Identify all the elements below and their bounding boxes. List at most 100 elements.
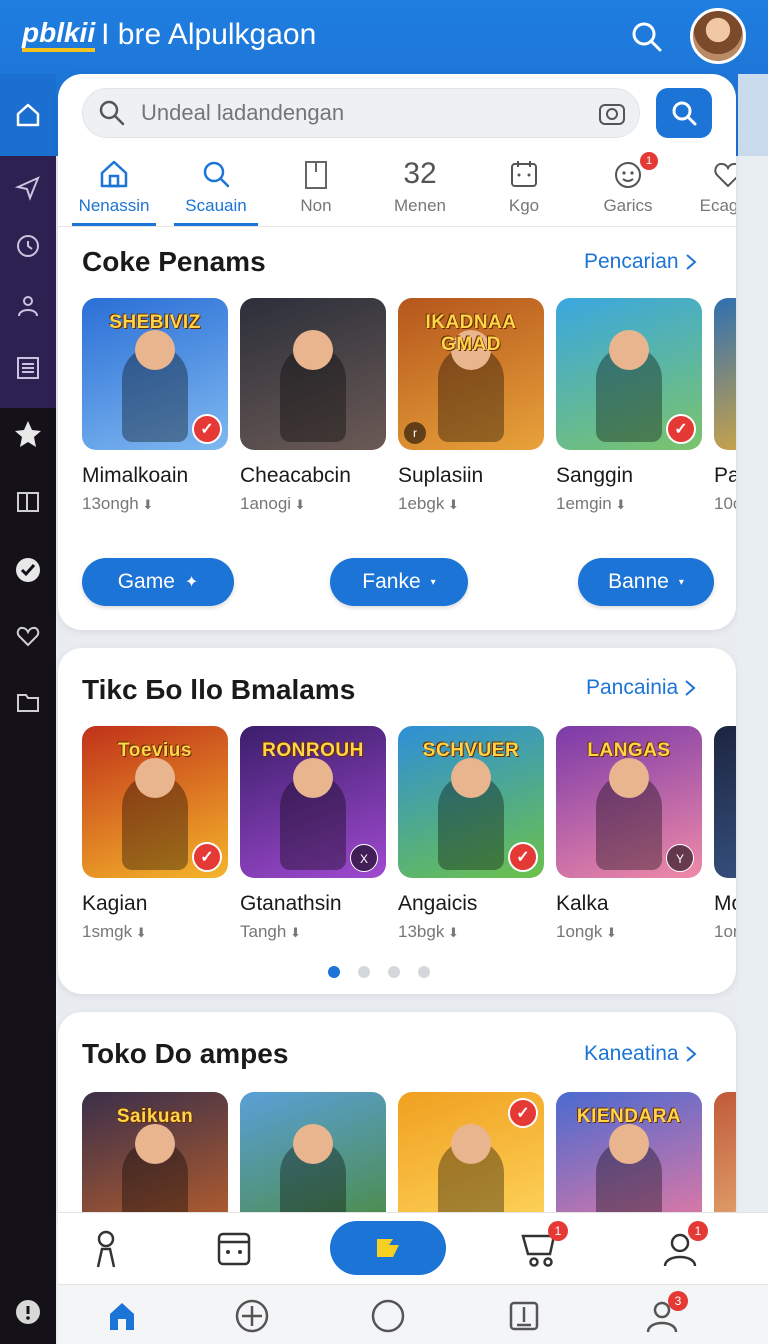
game-filter-button[interactable]: Game ✦ bbox=[82, 558, 234, 606]
game-size: 1smgk bbox=[82, 922, 133, 941]
banne-filter-button[interactable]: Banne ▾ bbox=[578, 558, 714, 606]
info-icon[interactable] bbox=[12, 1296, 44, 1328]
game-card[interactable]: F Panau 10oigk ⬇ bbox=[714, 298, 736, 514]
game-card[interactable] bbox=[240, 1092, 386, 1232]
game-thumbnail[interactable]: Saikuan bbox=[82, 1092, 228, 1232]
link-label: Pencarian bbox=[584, 250, 679, 273]
tab-ecages[interactable]: Ecages bbox=[678, 154, 736, 226]
tab-label: Menen bbox=[394, 196, 446, 215]
clock-icon[interactable] bbox=[12, 230, 44, 262]
brand[interactable]: pblkii I bre Alpulkgaon bbox=[22, 18, 316, 52]
search-icon[interactable] bbox=[630, 20, 664, 54]
folder-icon[interactable] bbox=[12, 686, 44, 718]
list-icon[interactable] bbox=[12, 352, 44, 384]
sidebar-item-home[interactable] bbox=[0, 74, 56, 156]
tab-scauain[interactable]: Scauain bbox=[166, 154, 266, 226]
game-title: Panau bbox=[714, 464, 736, 487]
game-thumbnail[interactable] bbox=[240, 298, 386, 450]
character-art bbox=[135, 758, 175, 798]
pagination-dot[interactable] bbox=[388, 966, 400, 978]
section-card: Tikc Бо llo Bmalams Pancainia Toevius ✓ Ka… bbox=[58, 648, 736, 994]
game-card[interactable]: IKADNAA GMAD r Suplasiin 1ebgk ⬇ bbox=[398, 298, 544, 514]
character-art bbox=[135, 1124, 175, 1164]
game-thumbnail[interactable]: Ca bbox=[714, 726, 736, 878]
game-card[interactable]: ✓ Sanggin 1emgin ⬇ bbox=[556, 298, 702, 514]
game-thumbnail[interactable]: ✓ bbox=[398, 1092, 544, 1232]
pagination-dot[interactable] bbox=[418, 966, 430, 978]
play-button[interactable] bbox=[330, 1221, 446, 1275]
brand-logo: pblkii bbox=[22, 18, 96, 52]
game-thumbnail[interactable] bbox=[240, 1092, 386, 1232]
see-all-link[interactable]: Pencarian bbox=[584, 250, 697, 274]
star-icon[interactable] bbox=[12, 418, 44, 450]
tab-kgo[interactable]: Kgo bbox=[474, 154, 574, 226]
nav-home-icon[interactable] bbox=[102, 1297, 142, 1335]
users-icon[interactable] bbox=[12, 290, 44, 322]
game-thumbnail[interactable] bbox=[714, 1092, 736, 1232]
game-thumbnail[interactable]: KIENDARA bbox=[556, 1092, 702, 1232]
game-card[interactable]: Cheacabcin 1anogi ⬇ bbox=[240, 298, 386, 514]
game-card[interactable]: Saikuan bbox=[82, 1092, 228, 1232]
game-art-title: LANGAS bbox=[587, 740, 671, 761]
tab-garics[interactable]: 1 Garics bbox=[578, 152, 678, 226]
search-button[interactable] bbox=[656, 88, 712, 138]
game-thumbnail[interactable]: ✓ bbox=[556, 298, 702, 450]
fanke-filter-button[interactable]: Fanke ▾ bbox=[330, 558, 468, 606]
tab-non[interactable]: Non bbox=[266, 154, 366, 226]
tab-menen[interactable]: 32 Menen bbox=[370, 154, 470, 226]
camera-icon[interactable] bbox=[597, 99, 627, 129]
game-thumbnail[interactable]: F bbox=[714, 298, 736, 450]
game-mini-badge: X bbox=[350, 844, 378, 872]
pagination-dot[interactable] bbox=[328, 966, 340, 978]
nav-explore-icon[interactable] bbox=[232, 1297, 272, 1335]
notification-badge: 1 bbox=[640, 152, 658, 170]
game-card[interactable]: LANGAS Y Kalka 1ongk ⬇ bbox=[556, 726, 702, 942]
verified-check-icon: ✓ bbox=[508, 842, 538, 872]
game-thumbnail[interactable]: SHEBIVIZ ✓ bbox=[82, 298, 228, 450]
nav-library-icon[interactable] bbox=[504, 1297, 544, 1335]
game-size: 13bgk bbox=[398, 922, 445, 941]
game-thumbnail[interactable]: SCHVUER ✓ bbox=[398, 726, 544, 878]
game-card[interactable]: Ca Mowe 1omsi ⬇ bbox=[714, 726, 736, 942]
tab-number: 32 bbox=[403, 157, 437, 190]
cart-icon[interactable]: 1 bbox=[518, 1221, 568, 1271]
game-size: 1omsi bbox=[714, 922, 736, 941]
schedule-icon[interactable] bbox=[212, 1227, 256, 1271]
game-size: Tangh bbox=[240, 922, 287, 941]
person-icon[interactable] bbox=[84, 1227, 128, 1271]
send-icon[interactable] bbox=[12, 172, 44, 204]
game-thumbnail[interactable]: LANGAS Y bbox=[556, 726, 702, 878]
heart-icon[interactable] bbox=[12, 620, 44, 652]
pill-label: Fanke bbox=[362, 570, 421, 593]
scroll-fade bbox=[738, 74, 768, 1212]
tab-nenassin[interactable]: Nenassin bbox=[64, 154, 164, 226]
game-card[interactable]: RONROUH X Gtanathsin Tangh ⬇ bbox=[240, 726, 386, 942]
book-icon[interactable] bbox=[12, 486, 44, 518]
avatar[interactable] bbox=[690, 8, 746, 64]
game-card[interactable]: SHEBIVIZ ✓ Mimalkoain 13ongh ⬇ bbox=[82, 298, 228, 514]
game-card[interactable]: Toevius ✓ Kagian 1smgk ⬇ bbox=[82, 726, 228, 942]
game-size: 10oigk bbox=[714, 494, 736, 513]
search-bar[interactable] bbox=[82, 88, 640, 138]
nav-profile-icon[interactable]: 3 bbox=[642, 1291, 688, 1335]
sparkle-icon: ✦ bbox=[184, 574, 199, 591]
see-all-link[interactable]: Pancainia bbox=[586, 676, 696, 700]
character-art bbox=[451, 758, 491, 798]
search-input[interactable] bbox=[141, 100, 581, 126]
verified-check-icon: ✓ bbox=[192, 842, 222, 872]
game-art-title: SCHVUER bbox=[422, 740, 520, 761]
game-thumbnail[interactable]: IKADNAA GMAD r bbox=[398, 298, 544, 450]
check-circle-icon[interactable] bbox=[12, 554, 44, 586]
game-card[interactable] bbox=[714, 1092, 736, 1232]
see-all-link[interactable]: Kaneatina bbox=[584, 1042, 697, 1066]
pagination-dot[interactable] bbox=[358, 966, 370, 978]
download-icon: ⬇ bbox=[444, 925, 459, 940]
game-card[interactable]: ✓ bbox=[398, 1092, 544, 1232]
nav-compass-icon[interactable] bbox=[368, 1297, 408, 1335]
profile-icon[interactable]: 1 bbox=[658, 1221, 708, 1271]
search-icon bbox=[200, 154, 232, 194]
game-card[interactable]: SCHVUER ✓ Angaicis 13bgk ⬇ bbox=[398, 726, 544, 942]
game-thumbnail[interactable]: RONROUH X bbox=[240, 726, 386, 878]
game-thumbnail[interactable]: Toevius ✓ bbox=[82, 726, 228, 878]
game-card[interactable]: KIENDARA bbox=[556, 1092, 702, 1232]
